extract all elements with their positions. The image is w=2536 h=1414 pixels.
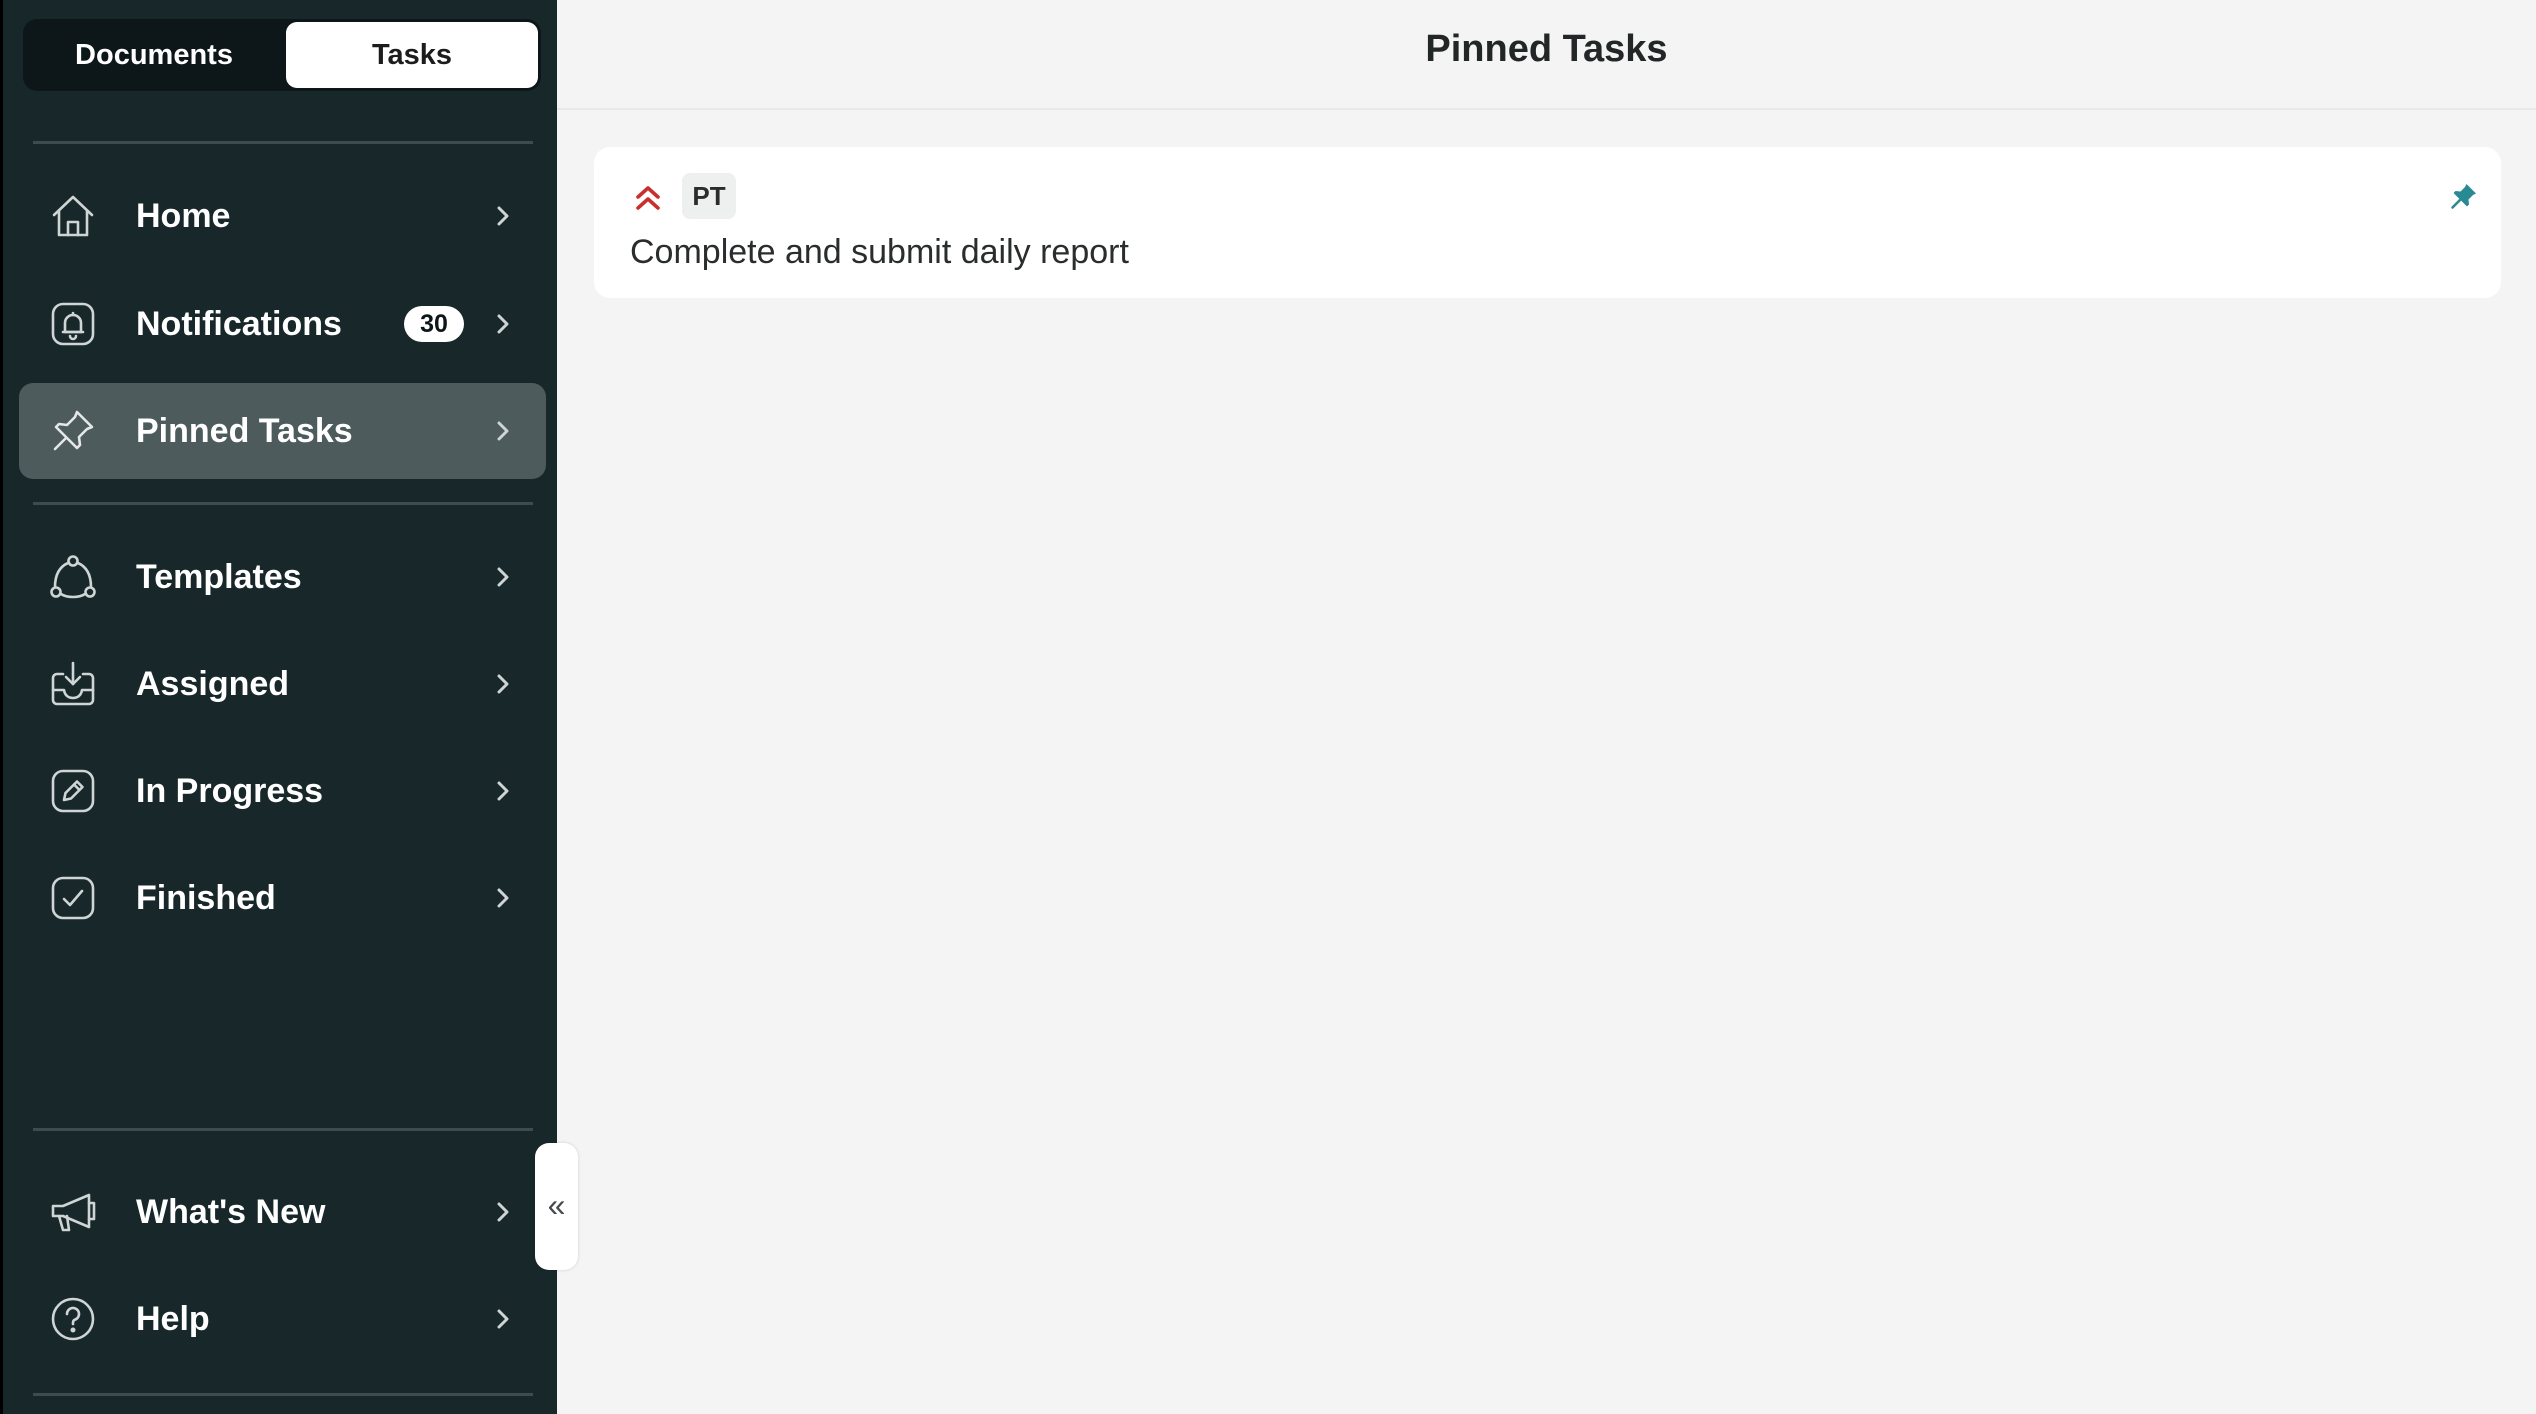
sidebar-item-notifications[interactable]: Notifications 30 bbox=[19, 276, 546, 372]
documents-tab[interactable]: Documents bbox=[26, 22, 282, 88]
sidebar-divider bbox=[33, 502, 533, 505]
sidebar-divider bbox=[33, 141, 533, 144]
notification-count-badge: 30 bbox=[404, 306, 464, 342]
chevron-right-icon bbox=[489, 563, 517, 591]
page-header: Pinned Tasks bbox=[557, 0, 2536, 110]
edit-icon bbox=[49, 767, 97, 815]
sidebar-item-label: Finished bbox=[136, 879, 276, 917]
collapse-sidebar-button[interactable]: « bbox=[535, 1143, 578, 1270]
tasks-tab[interactable]: Tasks bbox=[286, 22, 538, 88]
chevron-right-icon bbox=[489, 670, 517, 698]
chevron-right-icon bbox=[489, 1305, 517, 1333]
sidebar-item-help[interactable]: Help bbox=[19, 1271, 546, 1367]
sidebar: Documents Tasks Home Notifications 30 Pi… bbox=[0, 0, 557, 1414]
mode-segmented-control: Documents Tasks bbox=[23, 19, 541, 91]
sidebar-item-label: Templates bbox=[136, 558, 302, 596]
bell-icon bbox=[49, 300, 97, 348]
sidebar-item-label: Pinned Tasks bbox=[136, 412, 353, 450]
help-icon bbox=[49, 1295, 97, 1343]
home-icon bbox=[49, 192, 97, 240]
chevron-right-icon bbox=[489, 884, 517, 912]
chevron-right-icon bbox=[489, 1198, 517, 1226]
sidebar-item-label: Notifications bbox=[136, 305, 342, 343]
task-card[interactable]: PT Complete and submit daily report bbox=[594, 147, 2501, 298]
sidebar-item-whats-new[interactable]: What's New bbox=[19, 1164, 546, 1260]
high-priority-icon bbox=[634, 183, 662, 213]
sidebar-item-label: In Progress bbox=[136, 772, 324, 810]
megaphone-icon bbox=[49, 1188, 97, 1236]
sidebar-item-templates[interactable]: Templates bbox=[19, 529, 546, 625]
sidebar-item-assigned[interactable]: Assigned bbox=[19, 636, 546, 732]
sidebar-divider bbox=[33, 1393, 533, 1396]
page-title: Pinned Tasks bbox=[1425, 28, 1668, 70]
sidebar-item-label: Home bbox=[136, 197, 231, 235]
sidebar-item-in-progress[interactable]: In Progress bbox=[19, 743, 546, 839]
sidebar-item-label: Help bbox=[136, 1300, 210, 1338]
sidebar-item-finished[interactable]: Finished bbox=[19, 850, 546, 946]
sidebar-divider bbox=[33, 1128, 533, 1131]
templates-icon bbox=[49, 553, 97, 601]
pinned-icon[interactable] bbox=[2449, 181, 2479, 211]
pin-icon bbox=[49, 407, 97, 455]
task-tag: PT bbox=[682, 173, 736, 219]
double-chevron-left-icon: « bbox=[547, 1187, 566, 1223]
check-icon bbox=[49, 874, 97, 922]
chevron-right-icon bbox=[489, 202, 517, 230]
chevron-right-icon bbox=[489, 310, 517, 338]
task-title: Complete and submit daily report bbox=[630, 233, 1129, 271]
sidebar-item-home[interactable]: Home bbox=[19, 168, 546, 264]
chevron-right-icon bbox=[489, 417, 517, 445]
inbox-download-icon bbox=[49, 660, 97, 708]
sidebar-item-label: Assigned bbox=[136, 665, 290, 703]
sidebar-item-label: What's New bbox=[136, 1193, 326, 1231]
sidebar-item-pinned-tasks[interactable]: Pinned Tasks bbox=[19, 383, 546, 479]
chevron-right-icon bbox=[489, 777, 517, 805]
